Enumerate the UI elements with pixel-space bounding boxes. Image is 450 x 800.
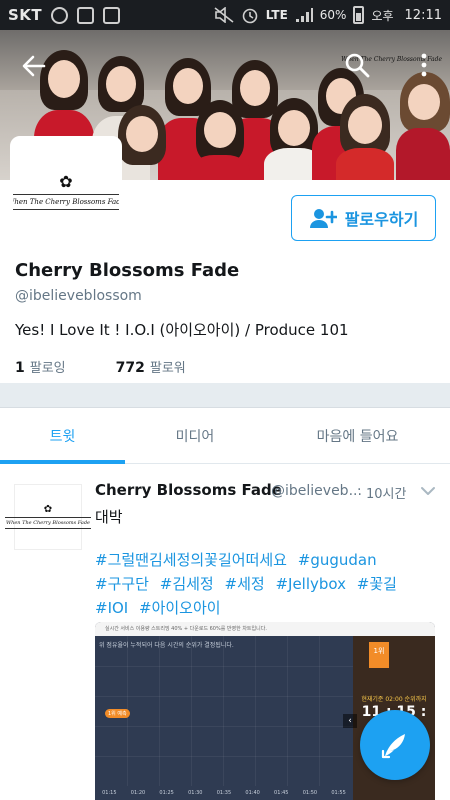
media-chart-area: 위 점유율이 누적되어 다음 시간의 순위가 결정됩니다. 1위 예측 01:1… — [95, 636, 353, 800]
axis-tick: 01:35 — [216, 790, 232, 796]
profile-bio: Yes! I Love It ! I.O.I (아이오아이) / Produce… — [15, 321, 349, 339]
tweet-text: 대박 — [95, 508, 123, 526]
follow-button-label: 팔로우하기 — [344, 210, 419, 229]
following-stat[interactable]: 1 팔로잉 — [15, 357, 66, 376]
media-time-axis: 01:15 01:20 01:25 01:30 01:35 01:40 01:4… — [95, 786, 353, 800]
following-label: 팔로잉 — [29, 361, 66, 376]
hashtag-link[interactable]: #그럴땐김세정의꽃길어떠세요 — [95, 551, 287, 569]
axis-tick: 01:20 — [130, 790, 146, 796]
hashtag-link[interactable]: #아이오아이 — [139, 599, 221, 617]
profile-avatar[interactable]: ✿ When The Cherry Blossoms Fade — [10, 136, 122, 248]
tweet-author-name[interactable]: Cherry Blossoms Fade — [95, 481, 282, 499]
clock: 12:11 — [404, 7, 442, 23]
gallery-notification-icon — [77, 6, 95, 24]
followers-label: 팔로워 — [149, 361, 186, 376]
axis-tick: 01:50 — [302, 790, 318, 796]
media-rank-marker: 1위 예측 — [105, 709, 130, 718]
avatar-logo-text: When The Cherry Blossoms Fade — [13, 194, 119, 210]
media-rank-badge: 1위 — [369, 642, 389, 668]
hashtag-link[interactable]: #김세정 — [160, 575, 214, 593]
hashtag-link[interactable]: #꽃길 — [357, 575, 397, 593]
tweet-author-handle: @ibelieveb... — [271, 483, 362, 499]
blossom-logo-icon: ✿ — [43, 504, 53, 515]
section-divider — [0, 383, 450, 408]
tab-media[interactable]: 미디어 — [125, 408, 265, 463]
battery-icon — [353, 6, 365, 24]
hashtag-link[interactable]: #gugudan — [298, 551, 377, 569]
follow-button[interactable]: 팔로우하기 — [291, 195, 436, 241]
tweet-timestamp: 10시간 — [366, 487, 407, 502]
back-arrow-icon[interactable] — [20, 52, 48, 80]
hashtag-link[interactable]: #세정 — [225, 575, 265, 593]
profile-handle: @ibelieveblossom — [15, 288, 142, 304]
ampm-label: 오후 — [371, 8, 394, 23]
chevron-down-icon[interactable] — [420, 484, 436, 498]
tweet-avatar[interactable]: ✿ When The Cherry Blossoms Fade — [4, 484, 92, 550]
more-options-icon[interactable] — [420, 52, 428, 78]
media-countdown-label: 현재기준 02:00 순위까지 — [361, 696, 427, 703]
search-icon[interactable] — [344, 52, 370, 78]
axis-tick: 01:25 — [159, 790, 174, 796]
blossom-logo-icon: ✿ — [59, 172, 73, 191]
profile-tabs: 트윗 미디어 마음에 들어요 — [0, 408, 450, 464]
mute-icon — [214, 7, 234, 23]
recycle-notification-icon — [103, 6, 121, 24]
network-type: LTE — [265, 8, 288, 22]
profile-stats: 1 팔로잉 772 팔로워 — [15, 357, 186, 376]
axis-tick: 01:15 — [102, 790, 117, 796]
axis-tick: 01:55 — [331, 790, 346, 796]
signal-icon — [295, 8, 313, 22]
following-count: 1 — [15, 360, 25, 376]
hashtag-link[interactable]: #IOI — [95, 599, 128, 617]
axis-tick: 01:45 — [274, 790, 289, 796]
followers-stat[interactable]: 772 팔로워 — [116, 357, 186, 376]
tweet-avatar-logo-text: When The Cherry Blossoms Fade — [4, 517, 92, 529]
status-bar: SKT LTE 60% 오후 12:11 — [0, 0, 450, 30]
tab-tweets[interactable]: 트윗 — [0, 408, 125, 464]
add-user-icon — [309, 209, 337, 228]
tweet-separator: · — [357, 482, 362, 498]
notification-icon — [51, 6, 69, 24]
chevron-left-icon: ‹ — [343, 714, 357, 728]
compose-tweet-button[interactable] — [360, 710, 430, 780]
tweet-hashtags: #그럴땐김세정의꽃길어떠세요 #gugudan #구구단 #김세정 #세정 #J… — [95, 548, 440, 620]
media-chart-caption: 위 점유율이 누적되어 다음 시간의 순위가 결정됩니다. — [99, 642, 234, 649]
hashtag-link[interactable]: #구구단 — [95, 575, 149, 593]
profile-name: Cherry Blossoms Fade — [15, 260, 240, 281]
axis-tick: 01:40 — [245, 790, 260, 796]
followers-count: 772 — [115, 360, 145, 376]
compose-feather-icon — [381, 734, 405, 759]
tab-likes[interactable]: 마음에 들어요 — [265, 408, 450, 463]
carrier-label: SKT — [8, 6, 43, 24]
battery-percent: 60% — [319, 8, 347, 22]
media-header-text: 실시간 서비스 이용량 스트리밍 40% + 다운로드 60%를 반영한 차트입… — [95, 622, 435, 636]
alarm-icon — [242, 8, 258, 24]
axis-tick: 01:30 — [188, 790, 203, 796]
hashtag-link[interactable]: #Jellybox — [275, 575, 346, 593]
